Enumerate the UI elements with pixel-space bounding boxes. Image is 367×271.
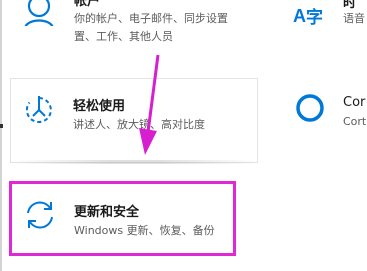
svg-text:A: A: [293, 6, 306, 26]
tile-ease-of-access-title: 轻松使用: [73, 99, 126, 114]
tile-cortana-desc: Cort: [343, 115, 367, 128]
tile-update-security-desc: Windows 更新、恢复、备份: [74, 224, 215, 237]
settings-window: 帐户 你的帐户、电子邮件、同步设置 置、工作、其他人员 A 字 时 语音 轻松使…: [0, 0, 367, 271]
tile-accounts-title: 帐户: [74, 0, 101, 9]
language-icon: A 字: [293, 4, 327, 26]
tile-cortana[interactable]: Cor Cort: [273, 78, 367, 163]
tile-ease-of-access[interactable]: 轻松使用 讲述人、放大镜、高对比度: [10, 78, 258, 163]
person-icon: [24, 0, 54, 26]
window-left-edge: [0, 0, 2, 271]
tile-cortana-title: Cor: [343, 95, 366, 110]
tile-time-language-desc: 语音: [343, 12, 365, 25]
ease-of-access-icon: [24, 95, 54, 125]
svg-text:字: 字: [306, 7, 323, 26]
tile-update-security[interactable]: 更新和安全 Windows 更新、恢复、备份: [9, 181, 236, 256]
tile-accounts-desc-line1: 你的帐户、电子邮件、同步设置: [74, 12, 228, 25]
tile-accounts[interactable]: 帐户 你的帐户、电子邮件、同步设置 置、工作、其他人员: [10, 0, 258, 50]
window-edge-marker: [0, 124, 3, 128]
tile-time-language[interactable]: A 字 时 语音: [273, 0, 367, 50]
tile-ease-of-access-desc: 讲述人、放大镜、高对比度: [73, 118, 205, 131]
sync-arrows-icon: [24, 199, 56, 231]
tile-update-security-title: 更新和安全: [74, 205, 140, 220]
cortana-ring-icon: [295, 93, 325, 123]
tile-accounts-desc-line2: 置、工作、其他人员: [74, 30, 173, 43]
tile-hover-shadow: [12, 160, 258, 164]
